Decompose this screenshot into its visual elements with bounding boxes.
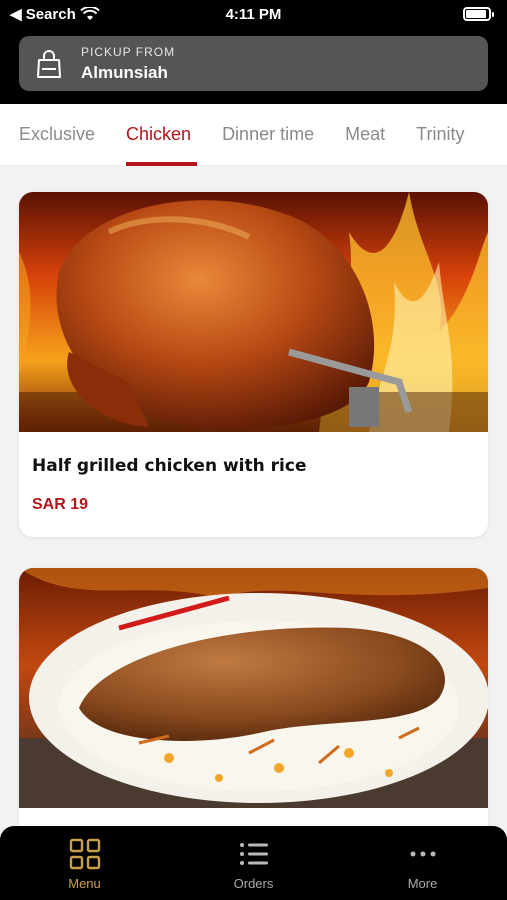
tab-trinity[interactable]: Trinity	[416, 104, 464, 166]
pickup-label: PICKUP FROM	[81, 44, 176, 59]
back-to-search[interactable]: ◀ Search	[10, 5, 100, 23]
tab-exclusive[interactable]: Exclusive	[19, 104, 95, 166]
menu-item-title: Half grilled chicken with rice	[32, 456, 307, 476]
pickup-value: Almunsiah	[81, 62, 168, 82]
nav-menu[interactable]: Menu	[25, 838, 145, 891]
chicken-rice-image	[19, 568, 488, 808]
battery-icon	[463, 7, 494, 21]
wifi-icon	[80, 7, 100, 20]
tab-dinner-time[interactable]: Dinner time	[222, 104, 314, 166]
tab-meat[interactable]: Meat	[345, 104, 385, 166]
back-label[interactable]: ◀ Search	[10, 5, 76, 23]
header: PICKUP FROM Almunsiah	[0, 28, 507, 104]
grid-icon	[69, 838, 100, 870]
menu-item-card[interactable]	[19, 568, 488, 868]
nav-orders[interactable]: Orders	[194, 838, 314, 891]
shopping-bag-icon	[37, 49, 61, 78]
nav-more-label: More	[407, 876, 438, 891]
more-icon	[410, 851, 435, 857]
category-tabs: Exclusive Chicken Dinner time Meat Trini…	[0, 104, 507, 166]
menu-item-card[interactable]: Half grilled chicken with rice SAR 19	[19, 192, 488, 537]
tab-chicken[interactable]: Chicken	[126, 104, 198, 166]
pickup-location-selector[interactable]: PICKUP FROM Almunsiah	[19, 36, 488, 91]
list-icon	[239, 843, 268, 865]
status-bar: ◀ Search 4:11 PM	[0, 0, 507, 28]
nav-menu-label: Menu	[68, 876, 101, 891]
nav-more[interactable]: More	[363, 838, 483, 891]
menu-item-price: SAR 19	[32, 496, 89, 513]
nav-orders-label: Orders	[233, 876, 274, 891]
grilled-chicken-image	[19, 192, 488, 432]
bottom-navigation: Menu Orders More	[0, 826, 507, 900]
